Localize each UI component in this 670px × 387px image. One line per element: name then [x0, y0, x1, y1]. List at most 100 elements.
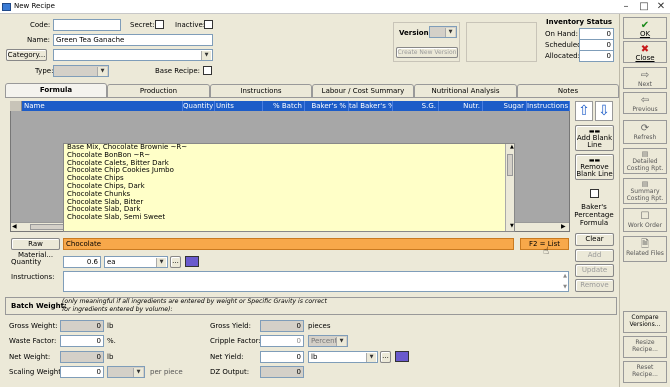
remove-button[interactable]: Remove	[575, 279, 614, 292]
net-weight-field: 0	[60, 351, 104, 363]
tab-formula[interactable]: Formula	[5, 83, 107, 97]
close-window-button[interactable]: ✕	[653, 1, 669, 13]
detailed-costing-label: Detailed Costing Rpt.	[626, 158, 664, 172]
net-yield-unit-select[interactable]: lb ▼	[308, 351, 378, 363]
code-field[interactable]	[53, 19, 121, 31]
type-select[interactable]: ▼	[53, 65, 109, 77]
raw-material-button[interactable]: Raw Material...	[11, 238, 60, 259]
scaling-weight-label: Scaling Weight:	[9, 368, 64, 376]
close-button[interactable]: ✖ Close	[623, 41, 667, 63]
chevron-down-icon: ▼	[97, 67, 107, 76]
summary-costing-button[interactable]: ▤ Summary Costing Rpt.	[623, 178, 667, 204]
chevron-down-icon: ▼	[201, 51, 211, 60]
list-item[interactable]: Chocolate Slab, Semi Sweet	[64, 213, 514, 222]
net-weight-unit: lb	[107, 353, 114, 361]
next-label: Next	[638, 81, 652, 88]
detailed-costing-button[interactable]: ▤ Detailed Costing Rpt.	[623, 148, 667, 174]
list-item[interactable]: Chocolate Chips, Dark	[64, 182, 514, 191]
bakers-percentage-checkbox[interactable]	[590, 189, 599, 198]
resize-recipe-button[interactable]: Resize Recipe...	[623, 336, 667, 358]
tab-nutritional[interactable]: Nutritional Analysis	[414, 84, 517, 97]
related-files-button[interactable]: 🗎 Related Files	[623, 236, 667, 262]
ok-button[interactable]: ✔ OK	[623, 17, 667, 39]
category-button[interactable]: Category...	[6, 49, 47, 61]
move-up-icon[interactable]: ⇧	[575, 101, 593, 121]
scaling-unit-select[interactable]: ▼	[107, 366, 145, 378]
instructions-field[interactable]: ▲ ▼	[63, 271, 569, 292]
col-sugar[interactable]: Sugar	[483, 101, 527, 111]
title-bar: New Recipe – □ ✕	[0, 0, 670, 14]
col-percent-batch[interactable]: % Batch	[263, 101, 305, 111]
previous-button[interactable]: ⇦ Previous	[623, 92, 667, 114]
unit-select[interactable]: ea ▼	[104, 256, 168, 268]
clear-button[interactable]: Clear	[575, 233, 614, 246]
waste-factor-unit: %.	[107, 337, 116, 345]
quantity-label: Quantity	[11, 258, 42, 266]
add-blank-line-button[interactable]: ▬▬ Add Blank Line	[575, 125, 614, 151]
cripple-factor-field[interactable]: 0	[260, 335, 304, 347]
scroll-up-icon[interactable]: ▲	[563, 273, 567, 279]
unit-lookup-button[interactable]: ...	[170, 256, 181, 268]
scroll-left-icon[interactable]: ◀	[12, 223, 17, 230]
add-button[interactable]: Add	[575, 249, 614, 262]
remove-blank-line-button[interactable]: ▬▬ Remove Blank Line	[575, 154, 614, 180]
remove-blank-line-label: Remove Blank Line	[576, 163, 613, 178]
col-sg[interactable]: S.G.	[393, 101, 439, 111]
category-select[interactable]: ▼	[53, 49, 213, 61]
scaling-weight-field[interactable]: 0	[60, 366, 104, 378]
tab-production[interactable]: Production	[107, 84, 210, 97]
col-bakers-percent[interactable]: Baker's %	[305, 101, 349, 111]
refresh-label: Refresh	[633, 134, 657, 141]
col-quantity[interactable]: Quantity	[183, 101, 215, 111]
material-field[interactable]: Chocolate	[63, 238, 514, 250]
waste-factor-field[interactable]: 0	[60, 335, 104, 347]
update-button[interactable]: Update	[575, 264, 614, 277]
scroll-down-icon[interactable]: ▼	[563, 284, 567, 290]
scroll-down-icon[interactable]: ▼	[507, 223, 514, 231]
secret-checkbox[interactable]	[155, 20, 164, 29]
type-label: Type:	[35, 67, 54, 75]
version-select[interactable]: ▼	[429, 26, 457, 38]
col-nutr[interactable]: Nutr.	[439, 101, 483, 111]
cripple-unit-select[interactable]: Percent ▼	[308, 335, 348, 347]
net-yield-field[interactable]: 0	[260, 351, 304, 363]
name-field[interactable]: Green Tea Ganache	[53, 34, 213, 46]
compare-versions-button[interactable]: Compare Versions...	[623, 311, 667, 333]
chevron-down-icon: ▼	[336, 337, 346, 346]
next-button[interactable]: ⇨ Next	[623, 67, 667, 89]
col-name[interactable]: Name	[22, 101, 183, 111]
list-scrollbar[interactable]: ▲ ▼	[505, 144, 514, 231]
move-down-icon[interactable]: ⇩	[595, 101, 613, 121]
refresh-button[interactable]: ⟳ Refresh	[623, 120, 667, 144]
create-version-button[interactable]: Create New Version	[396, 47, 458, 58]
gross-yield-field: 0	[260, 320, 304, 332]
summary-costing-label: Summary Costing Rpt.	[626, 188, 664, 202]
compare-versions-label: Compare Versions...	[629, 314, 661, 328]
tab-divider	[5, 97, 619, 98]
maximize-button[interactable]: □	[636, 1, 652, 13]
minimize-button[interactable]: –	[618, 1, 634, 13]
ingredient-dropdown-list[interactable]: Base Mix, Chocolate Brownie ~R~ Chocolat…	[63, 143, 515, 232]
col-units[interactable]: Units	[215, 101, 263, 111]
scroll-up-icon[interactable]: ▲	[507, 144, 514, 152]
book-icon[interactable]	[185, 256, 199, 267]
chevron-down-icon: ▼	[445, 28, 455, 37]
gross-yield-unit: pieces	[308, 322, 331, 330]
tab-instructions[interactable]: Instructions	[210, 84, 312, 97]
scroll-right-icon[interactable]: ▶	[561, 223, 566, 230]
inactive-checkbox[interactable]	[204, 20, 213, 29]
reset-recipe-button[interactable]: Reset Recipe...	[623, 361, 667, 383]
col-total-bakers-percent[interactable]: tal Baker's %	[349, 101, 393, 111]
work-order-button[interactable]: ☐ Work Order	[623, 208, 667, 232]
tab-labour-cost[interactable]: Labour / Cost Summary	[312, 84, 414, 97]
col-instructions[interactable]: Instructions	[527, 101, 570, 111]
yield-unit-lookup-button[interactable]: ...	[380, 351, 391, 363]
tab-notes[interactable]: Notes	[517, 84, 619, 97]
book-icon[interactable]	[395, 351, 409, 362]
report-icon: ▤	[641, 150, 649, 158]
base-recipe-checkbox[interactable]	[203, 66, 212, 75]
list-scroll-thumb[interactable]	[507, 154, 513, 176]
per-piece-label: per piece	[150, 368, 183, 376]
quantity-field[interactable]: 0.6	[63, 256, 101, 268]
list-item[interactable]: Chocolate Chip Cookies Jumbo	[64, 167, 514, 175]
